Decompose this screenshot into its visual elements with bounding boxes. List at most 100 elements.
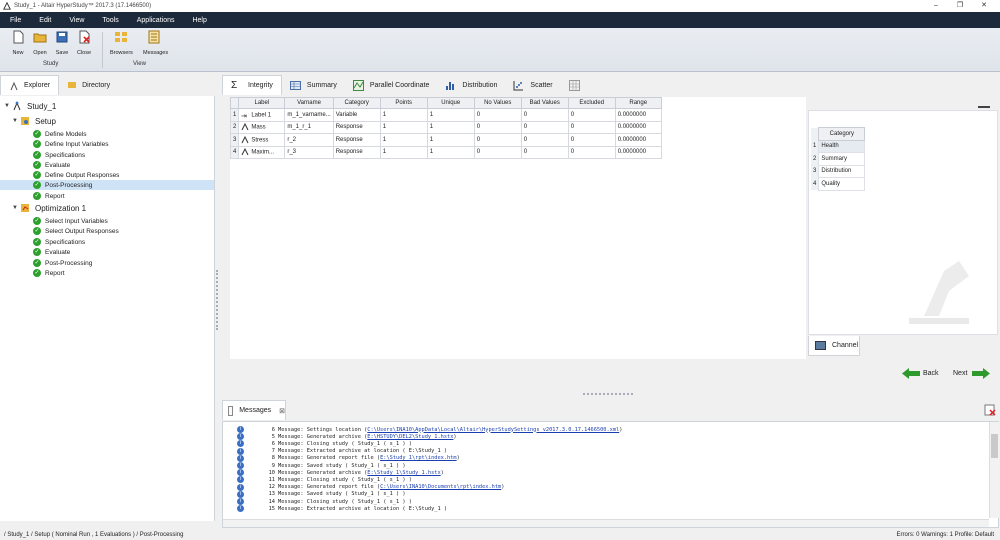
cell-excluded[interactable]: 0 bbox=[567, 145, 616, 159]
tree-item-post-processing[interactable]: ✓ Post-Processing bbox=[0, 180, 214, 190]
message-link[interactable]: C:\Users\INA10\Documents\rpt\index.htm bbox=[380, 484, 501, 490]
menu-tools[interactable]: Tools bbox=[96, 17, 124, 24]
cell-unique[interactable]: 1 bbox=[426, 120, 475, 134]
vertical-splitter[interactable] bbox=[216, 270, 218, 330]
tree-item-define-models[interactable]: ✓ Define Models bbox=[33, 129, 87, 139]
cell-label[interactable]: Stress bbox=[238, 133, 286, 147]
cell-varname[interactable]: r_3 bbox=[284, 145, 334, 159]
tree-item-opt-report[interactable]: ✓ Report bbox=[33, 268, 65, 278]
category-row-summary[interactable]: 2 Summary bbox=[811, 152, 866, 166]
close-button[interactable]: Close bbox=[73, 30, 95, 56]
category-name[interactable]: Health bbox=[818, 139, 866, 153]
cell-unique[interactable]: 1 bbox=[426, 133, 475, 147]
col-header-points[interactable]: Points bbox=[379, 97, 428, 109]
collapse-arrow-icon[interactable]: ▼ bbox=[4, 103, 12, 109]
messages-button[interactable]: Messages bbox=[143, 30, 168, 56]
tree-item-select-input-variables[interactable]: ✓ Select Input Variables bbox=[33, 216, 108, 226]
category-name[interactable]: Quality bbox=[818, 177, 866, 191]
cell-no-values[interactable]: 0 bbox=[473, 108, 522, 122]
message-link[interactable]: C:\Users\INA10\AppData\Local\Altair\Hype… bbox=[367, 427, 619, 433]
col-header-varname[interactable]: Varname bbox=[284, 97, 334, 109]
message-link[interactable]: E:\Study_1\rpt\index.htm bbox=[380, 455, 457, 461]
category-name[interactable]: Summary bbox=[818, 152, 866, 166]
cell-excluded[interactable]: 0 bbox=[567, 108, 616, 122]
back-button[interactable]: Back bbox=[902, 368, 939, 379]
save-button[interactable]: Save bbox=[51, 30, 73, 56]
tree-item-opt-specifications[interactable]: ✓ Specifications bbox=[33, 237, 85, 247]
tab-parallel-coordinate[interactable]: Parallel Coordinate bbox=[345, 75, 438, 95]
collapse-arrow-icon[interactable]: ▼ bbox=[12, 205, 20, 211]
cell-unique[interactable]: 1 bbox=[426, 145, 475, 159]
restore-icon[interactable]: ❐ bbox=[948, 0, 972, 12]
cell-no-values[interactable]: 0 bbox=[473, 145, 522, 159]
close-window-icon[interactable]: ✕ bbox=[972, 0, 996, 12]
cell-no-values[interactable]: 0 bbox=[473, 120, 522, 134]
cell-excluded[interactable]: 0 bbox=[567, 120, 616, 134]
clear-messages-icon[interactable] bbox=[984, 404, 996, 416]
table-row[interactable]: 4 Maxim... r_3 Response 1 1 0 0 0 0.0000… bbox=[229, 145, 662, 159]
cell-label[interactable]: Mass bbox=[238, 120, 286, 134]
category-row-distribution[interactable]: 3 Distribution bbox=[811, 164, 866, 178]
cell-unique[interactable]: 1 bbox=[426, 108, 475, 122]
category-row-health[interactable]: 1 Health bbox=[811, 139, 866, 153]
tab-directory[interactable]: Directory bbox=[59, 75, 118, 95]
cell-category[interactable]: Response bbox=[332, 120, 381, 134]
cell-label[interactable]: Maxim... bbox=[238, 145, 286, 159]
cell-category[interactable]: Response bbox=[332, 145, 381, 159]
tab-summary[interactable]: Summary bbox=[282, 75, 345, 95]
cell-no-values[interactable]: 0 bbox=[473, 133, 522, 147]
col-header-category[interactable]: Category bbox=[332, 97, 381, 109]
col-header-excluded[interactable]: Excluded bbox=[567, 97, 616, 109]
message-link[interactable]: E:\Study_1\Study_1.hstx bbox=[367, 470, 440, 476]
messages-horizontal-scrollbar[interactable] bbox=[223, 519, 989, 527]
col-header-range[interactable]: Range bbox=[614, 97, 662, 109]
table-row[interactable]: 3 Stress r_2 Response 1 1 0 0 0 0.000000… bbox=[229, 133, 662, 147]
tab-messages[interactable]: Messages ⊠ bbox=[222, 400, 286, 420]
cell-bad-values[interactable]: 0 bbox=[520, 108, 569, 122]
cell-varname[interactable]: m_1_varname... bbox=[284, 108, 334, 122]
cell-varname[interactable]: r_2 bbox=[284, 133, 334, 147]
tab-grid-extra[interactable] bbox=[561, 75, 594, 95]
browsers-button[interactable]: Browsers bbox=[110, 30, 133, 56]
cell-bad-values[interactable]: 0 bbox=[520, 145, 569, 159]
col-header-bad-values[interactable]: Bad Values bbox=[520, 97, 569, 109]
table-row[interactable]: 1 ⇥ Label 1 m_1_varname... Variable 1 1 0… bbox=[229, 108, 662, 122]
minimize-icon[interactable]: – bbox=[924, 0, 948, 12]
menu-view[interactable]: View bbox=[63, 17, 90, 24]
tree-item-opt-post-processing[interactable]: ✓ Post-Processing bbox=[33, 258, 92, 268]
category-name[interactable]: Distribution bbox=[818, 164, 866, 178]
tree-item-report[interactable]: ✓ Report bbox=[33, 191, 65, 201]
cell-points[interactable]: 1 bbox=[379, 108, 428, 122]
tree-item-define-input-variables[interactable]: ✓ Define Input Variables bbox=[33, 139, 108, 149]
tab-integrity[interactable]: Σ Integrity bbox=[222, 75, 282, 95]
cell-range[interactable]: 0.0000000 bbox=[614, 145, 662, 159]
menu-help[interactable]: Help bbox=[186, 17, 212, 24]
col-header-label[interactable]: Label bbox=[238, 97, 286, 109]
tab-scatter[interactable]: Scatter bbox=[505, 75, 560, 95]
menu-file[interactable]: File bbox=[4, 17, 27, 24]
cell-varname[interactable]: m_1_r_1 bbox=[284, 120, 334, 134]
cell-label[interactable]: ⇥ Label 1 bbox=[238, 108, 286, 122]
cell-range[interactable]: 0.0000000 bbox=[614, 120, 662, 134]
cell-points[interactable]: 1 bbox=[379, 120, 428, 134]
collapse-arrow-icon[interactable]: ▼ bbox=[12, 118, 20, 124]
new-button[interactable]: New bbox=[7, 30, 29, 56]
tree-study-root[interactable]: ▼ Study_1 bbox=[4, 101, 56, 111]
menu-applications[interactable]: Applications bbox=[131, 17, 181, 24]
tree-setup[interactable]: ▼ Setup bbox=[12, 116, 56, 126]
horizontal-splitter[interactable] bbox=[583, 393, 633, 395]
col-header-unique[interactable]: Unique bbox=[426, 97, 475, 109]
tab-distribution[interactable]: Distribution bbox=[437, 75, 505, 95]
tree-item-define-output-responses[interactable]: ✓ Define Output Responses bbox=[33, 170, 119, 180]
tab-explorer[interactable]: Explorer bbox=[0, 75, 60, 95]
cell-bad-values[interactable]: 0 bbox=[520, 133, 569, 147]
cell-excluded[interactable]: 0 bbox=[567, 133, 616, 147]
close-tab-icon[interactable]: ⊠ bbox=[279, 407, 285, 415]
tree-item-opt-evaluate[interactable]: ✓ Evaluate bbox=[33, 247, 70, 257]
scroll-thumb[interactable] bbox=[991, 434, 998, 458]
menu-edit[interactable]: Edit bbox=[33, 17, 57, 24]
messages-vertical-scrollbar[interactable] bbox=[989, 422, 999, 518]
cell-points[interactable]: 1 bbox=[379, 145, 428, 159]
cell-range[interactable]: 0.0000000 bbox=[614, 133, 662, 147]
cell-bad-values[interactable]: 0 bbox=[520, 120, 569, 134]
